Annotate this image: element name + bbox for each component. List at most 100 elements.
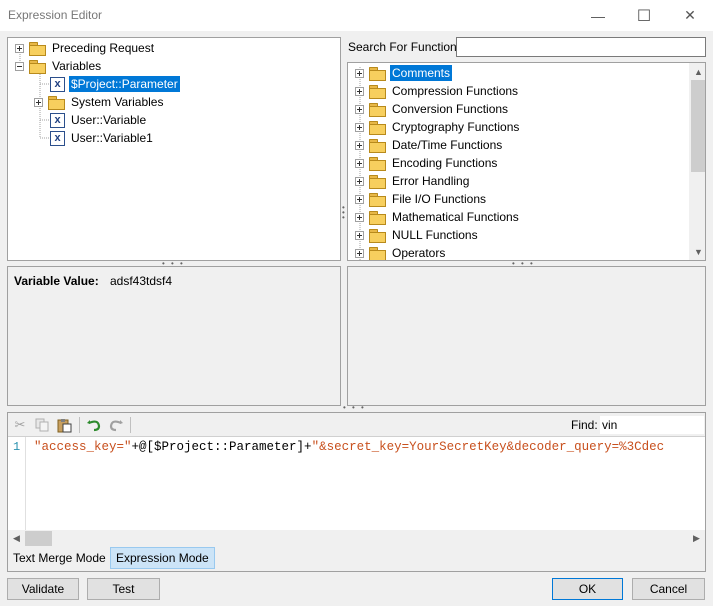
toolbar-separator [130, 417, 131, 433]
line-number: 1 [13, 440, 21, 454]
expand-icon[interactable] [355, 104, 364, 114]
expand-icon[interactable] [355, 122, 364, 132]
tree-item-label: Variables [52, 59, 102, 73]
search-function-label: Search For Function: [348, 40, 461, 54]
tree-item-user-variable[interactable]: x User::Variable [44, 111, 148, 129]
expression-mode-tab[interactable]: Expression Mode [110, 547, 215, 569]
tree-item-variables[interactable]: Variables [15, 57, 103, 75]
expand-icon[interactable] [355, 212, 364, 222]
functions-vertical-scrollbar[interactable]: ▲ ▼ [689, 63, 705, 260]
paste-button[interactable] [54, 416, 74, 434]
test-button[interactable]: Test [87, 578, 160, 600]
functions-tree-panel[interactable]: Comments Compression Functions Conversion … [347, 62, 706, 261]
copy-button[interactable] [32, 416, 52, 434]
scroll-up-icon[interactable]: ▲ [690, 63, 705, 80]
variable-icon: x [50, 112, 65, 128]
expand-icon[interactable] [355, 176, 364, 186]
function-category-item[interactable]: File I/O Functions [355, 190, 488, 208]
close-icon: ✕ [684, 7, 696, 23]
maximize-button[interactable]: ☐ [621, 0, 667, 31]
validate-button[interactable]: Validate [7, 578, 79, 600]
function-category-label: Date/Time Functions [392, 138, 503, 152]
function-category-label: Comments [390, 65, 453, 81]
expand-icon[interactable] [355, 140, 364, 150]
function-category-item[interactable]: NULL Functions [355, 226, 480, 244]
folder-icon [368, 84, 386, 99]
function-category-item[interactable]: Conversion Functions [355, 100, 510, 118]
function-category-item[interactable]: Mathematical Functions [355, 208, 521, 226]
code-line[interactable]: "access_key="+@[$Project::Parameter]+"&s… [34, 440, 664, 454]
folder-icon [368, 246, 386, 260]
collapse-icon[interactable] [15, 61, 24, 71]
tree-item-project-parameter[interactable]: x $Project::Parameter [44, 75, 180, 93]
expand-icon[interactable] [355, 194, 364, 204]
function-category-item[interactable]: Comments [355, 64, 453, 82]
redo-icon [109, 420, 123, 432]
find-input[interactable] [600, 416, 704, 434]
variable-icon: x [50, 76, 65, 92]
mode-label: Text Merge Mode [13, 551, 106, 565]
function-category-label: Error Handling [392, 174, 470, 188]
variables-tree-panel[interactable]: Preceding Request Variables x $Project::… [7, 37, 341, 261]
window-title: Expression Editor [8, 8, 103, 22]
function-category-item[interactable]: Error Handling [355, 172, 471, 190]
text-merge-mode-tab[interactable]: Text Merge Mode [8, 547, 111, 569]
minimize-icon: — [591, 7, 605, 24]
variable-value-label: Variable Value: [14, 274, 99, 288]
scroll-left-icon[interactable]: ◀ [8, 530, 25, 547]
minimize-button[interactable]: — [575, 0, 621, 31]
folder-icon [368, 102, 386, 117]
folder-icon [368, 120, 386, 135]
close-button[interactable]: ✕ [667, 0, 713, 31]
editor-horizontal-scrollbar[interactable]: ◀ ▶ [8, 530, 705, 547]
scroll-right-icon[interactable]: ▶ [688, 530, 705, 547]
cut-button[interactable]: ✂ [10, 416, 30, 434]
scroll-thumb[interactable] [25, 531, 52, 546]
redo-button[interactable] [106, 416, 126, 434]
search-function-input[interactable] [456, 37, 706, 57]
function-category-item[interactable]: Operators [355, 244, 447, 260]
mode-label: Expression Mode [116, 551, 209, 565]
editor-splitter[interactable]: • • • [343, 404, 366, 412]
expand-icon[interactable] [355, 158, 364, 168]
folder-icon [368, 66, 386, 81]
expand-icon[interactable] [355, 86, 364, 96]
function-category-item[interactable]: Cryptography Functions [355, 118, 521, 136]
function-category-item[interactable]: Date/Time Functions [355, 136, 504, 154]
function-category-label: File I/O Functions [392, 192, 487, 206]
tree-item-label: User::Variable1 [71, 131, 153, 145]
toolbar-separator [79, 417, 80, 433]
expand-icon[interactable] [34, 97, 43, 107]
folder-icon [368, 192, 386, 207]
tree-item-label: User::Variable [71, 113, 147, 127]
tree-item-system-variables[interactable]: System Variables [34, 93, 165, 111]
function-category-item[interactable]: Compression Functions [355, 82, 520, 100]
vertical-splitter[interactable]: • • • [342, 204, 345, 225]
expand-icon[interactable] [15, 43, 24, 53]
expand-icon[interactable] [355, 68, 364, 78]
paste-icon [57, 418, 71, 432]
variable-icon: x [50, 130, 65, 146]
function-category-item[interactable]: Encoding Functions [355, 154, 499, 172]
ok-button[interactable]: OK [552, 578, 623, 600]
expression-code-editor[interactable]: 1 "access_key="+@[$Project::Parameter]+"… [8, 436, 705, 530]
cancel-button[interactable]: Cancel [632, 578, 705, 600]
undo-button[interactable] [84, 416, 104, 434]
expand-icon[interactable] [355, 230, 364, 240]
string-token: "access_key=" [34, 440, 132, 454]
folder-icon [368, 210, 386, 225]
tree-item-user-variable1[interactable]: x User::Variable1 [44, 129, 155, 147]
tree-item-label: $Project::Parameter [69, 76, 180, 92]
tree-item-label: System Variables [71, 95, 164, 109]
function-category-label: Operators [392, 246, 446, 260]
folder-icon [28, 41, 46, 56]
tree-item-preceding-request[interactable]: Preceding Request [15, 39, 156, 57]
scroll-thumb[interactable] [691, 80, 705, 172]
folder-icon [368, 174, 386, 189]
expand-icon[interactable] [355, 248, 364, 258]
scroll-down-icon[interactable]: ▼ [690, 243, 705, 260]
function-category-label: NULL Functions [392, 228, 478, 242]
scissors-icon: ✂ [14, 417, 26, 432]
variable-value-text: adsf43tdsf4 [110, 274, 173, 288]
undo-icon [87, 420, 101, 432]
